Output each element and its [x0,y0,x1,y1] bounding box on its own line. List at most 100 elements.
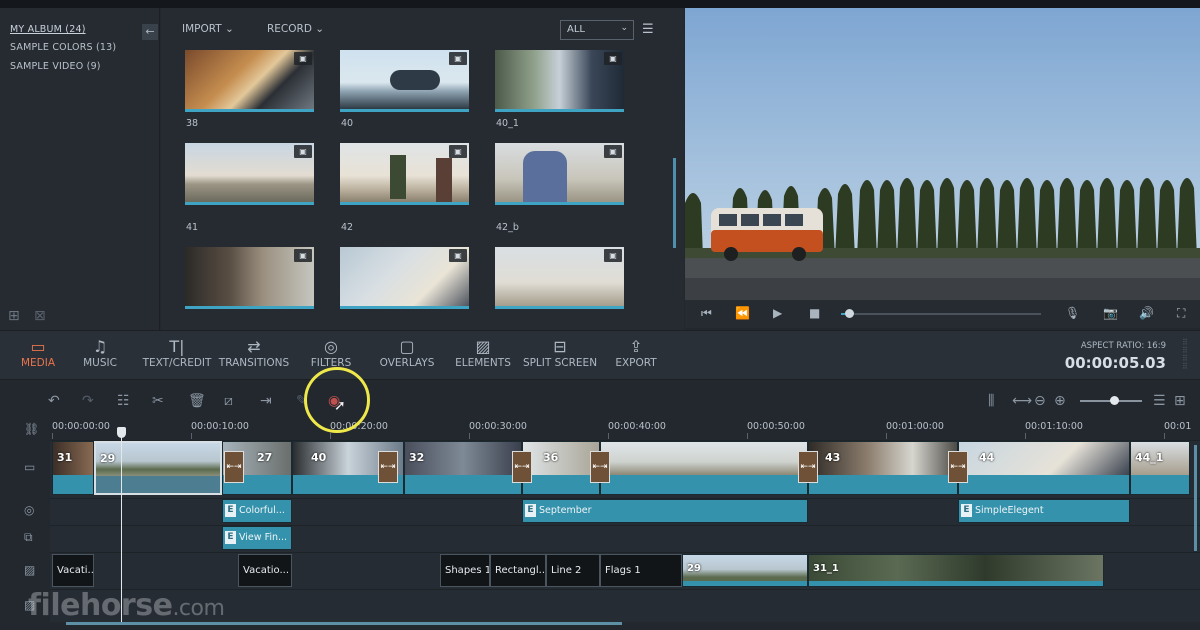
video-clip[interactable]: 31 [52,441,94,495]
transition-marker[interactable]: ⇤⇥ [590,451,610,483]
cut-icon[interactable]: ✂ [152,393,164,409]
photo-clip[interactable]: 31_1 [808,554,1104,587]
video-clip[interactable]: 32 [404,441,522,495]
collapse-sidebar-button[interactable]: ← [142,24,158,40]
import-menu[interactable]: IMPORT ⌄ [182,23,234,35]
nav-text-credit[interactable]: T| TEXT/CREDIT [140,337,214,369]
video-clip[interactable]: 36 [522,441,600,495]
insert-icon[interactable]: ⇥ [260,393,272,409]
ruler-label: 00:00:50:00 [747,421,805,432]
skip-back-icon[interactable]: ⏮ [701,306,712,321]
transition-marker[interactable]: ⇤⇥ [224,451,244,483]
media-thumbnail[interactable]: ▣ [185,247,314,309]
library-scrollbar[interactable] [673,158,676,248]
transition-marker[interactable]: ⇤⇥ [798,451,818,483]
nav-media[interactable]: ▭ MEDIA [18,337,58,369]
snapshot-camera-icon[interactable]: 📷 [1103,306,1118,320]
video-clip[interactable]: 44 [958,441,1130,495]
overlay-clip[interactable]: E View Fin... [222,526,292,550]
transition-marker[interactable]: ⇤⇥ [378,451,398,483]
link-icon[interactable]: ⛓ [24,422,39,436]
grip-icon[interactable]: ⠿ ⠿ ⠿ ⠿ [1182,339,1192,371]
playback-progress-track[interactable] [841,313,1041,315]
timeline-ruler[interactable]: ⛓ 00:00:00:00 00:00:10:00 00:00:20:00 00… [0,418,1200,440]
filter-clip[interactable]: E SimpleElegent [958,499,1130,523]
grid-icon[interactable]: ⊞ [1174,393,1186,409]
stop-icon[interactable]: ■ [809,306,820,320]
filter-clip[interactable]: E Colorful... [222,499,292,523]
media-thumbnail[interactable]: ▣ [495,247,624,309]
media-thumbnail[interactable]: ▣ [185,143,314,205]
media-thumbnail[interactable]: ▣ [185,50,314,112]
media-thumbnail[interactable]: ▣ [495,50,624,112]
elements-icon: ▨ [475,337,491,356]
element-clip[interactable]: Shapes 1 [440,554,490,587]
zoom-in-icon[interactable]: ⊕ [1054,393,1066,409]
list-view-icon[interactable]: ☰ [642,22,654,37]
video-camera-icon: ▣ [604,249,622,262]
zoom-out-icon[interactable]: ⊖ [1034,393,1046,409]
video-clip[interactable] [600,441,808,495]
ruler-tick [747,433,748,439]
playback-progress-handle[interactable] [845,309,854,318]
video-editor-window: MY ALBUM (24) SAMPLE COLORS (13) SAMPLE … [0,0,1200,630]
fit-timeline-icon[interactable]: ⟷ [1012,393,1032,409]
element-clip[interactable]: Flags 1 [600,554,682,587]
media-filter-select[interactable]: ALL ⌄ [560,20,634,40]
ruler-tick [608,433,609,439]
undo-icon[interactable]: ↶ [48,393,60,409]
thumbnail-label: 42_b [496,222,519,233]
step-back-icon[interactable]: ⏪ [735,306,750,320]
element-clip[interactable]: Vacatio... [238,554,292,587]
media-thumbnail[interactable]: ▣ [495,143,624,205]
transition-marker[interactable]: ⇤⇥ [948,451,968,483]
media-thumbnail[interactable]: ▣ [340,143,469,205]
nav-filters[interactable]: ◎ FILTERS [303,337,359,369]
transition-marker[interactable]: ⇤⇥ [512,451,532,483]
play-icon[interactable]: ▶ [773,306,782,320]
video-clip-selected[interactable]: 29 [94,441,222,495]
crop-icon[interactable]: ⧄ [224,393,233,409]
timeline-vertical-scrollbar[interactable] [1194,445,1197,551]
ruler-label: 00:01 [1164,421,1192,432]
photo-clip[interactable]: 29 [682,554,808,587]
add-folder-icon[interactable]: ⊞ [8,308,20,324]
nav-elements[interactable]: ▨ ELEMENTS [453,337,513,369]
media-thumbnail[interactable]: ▣ [340,50,469,112]
media-thumbnail[interactable]: ▣ [340,247,469,309]
nav-music[interactable]: ♫ MUSIC [80,337,120,369]
list-icon[interactable]: ☰ [1153,393,1166,409]
nav-split-screen[interactable]: ⊟ SPLIT SCREEN [522,337,598,369]
aspect-ratio-label: ASPECT RATIO: 16:9 [1080,341,1166,351]
main-nav-toolbar: ▭ MEDIA ♫ MUSIC T| TEXT/CREDIT ⇄ TRANSITIONS… [0,330,1200,380]
delete-folder-icon[interactable]: ⊠ [34,308,46,324]
delete-icon[interactable]: 🗑 [188,393,206,409]
audio-mixer-icon[interactable]: ⫼ [988,393,994,409]
nav-export[interactable]: ⇪ EXPORT [612,337,660,369]
nav-overlays[interactable]: ▢ OVERLAYS [376,337,438,369]
album-item-sample-video[interactable]: SAMPLE VIDEO (9) [10,61,101,72]
microphone-icon[interactable]: 🎙 [1065,306,1080,320]
zoom-slider-handle[interactable] [1110,396,1120,405]
element-clip[interactable]: Vacati... [52,554,94,587]
volume-icon[interactable]: 🔊 [1139,306,1154,320]
filter-track-icon: ◎ [24,503,35,517]
record-menu[interactable]: RECORD ⌄ [267,23,324,35]
ruler-tick [469,433,470,439]
nav-transitions[interactable]: ⇄ TRANSITIONS [216,337,292,369]
person-figure [436,158,452,202]
redo-icon[interactable]: ↷ [82,393,94,409]
ruler-tick [1025,433,1026,439]
album-item-sample-colors[interactable]: SAMPLE COLORS (13) [10,42,116,53]
fullscreen-icon[interactable]: ⛶ [1177,306,1185,321]
video-camera-icon: ▣ [604,52,622,65]
adjust-icon[interactable]: ☷ [117,393,130,409]
filter-clip[interactable]: E September [522,499,808,523]
element-clip[interactable]: Line 2 [546,554,600,587]
video-clip[interactable]: 44_1 [1130,441,1190,495]
video-preview[interactable] [685,8,1200,300]
album-item-my-album[interactable]: MY ALBUM (24) [10,24,86,35]
element-clip[interactable]: Rectangl... [490,554,546,587]
video-clip[interactable]: 43 [808,441,958,495]
preview-controls: ⏮ ⏪ ▶ ■ 🎙 📷 🔊 ⛶ [685,300,1200,328]
